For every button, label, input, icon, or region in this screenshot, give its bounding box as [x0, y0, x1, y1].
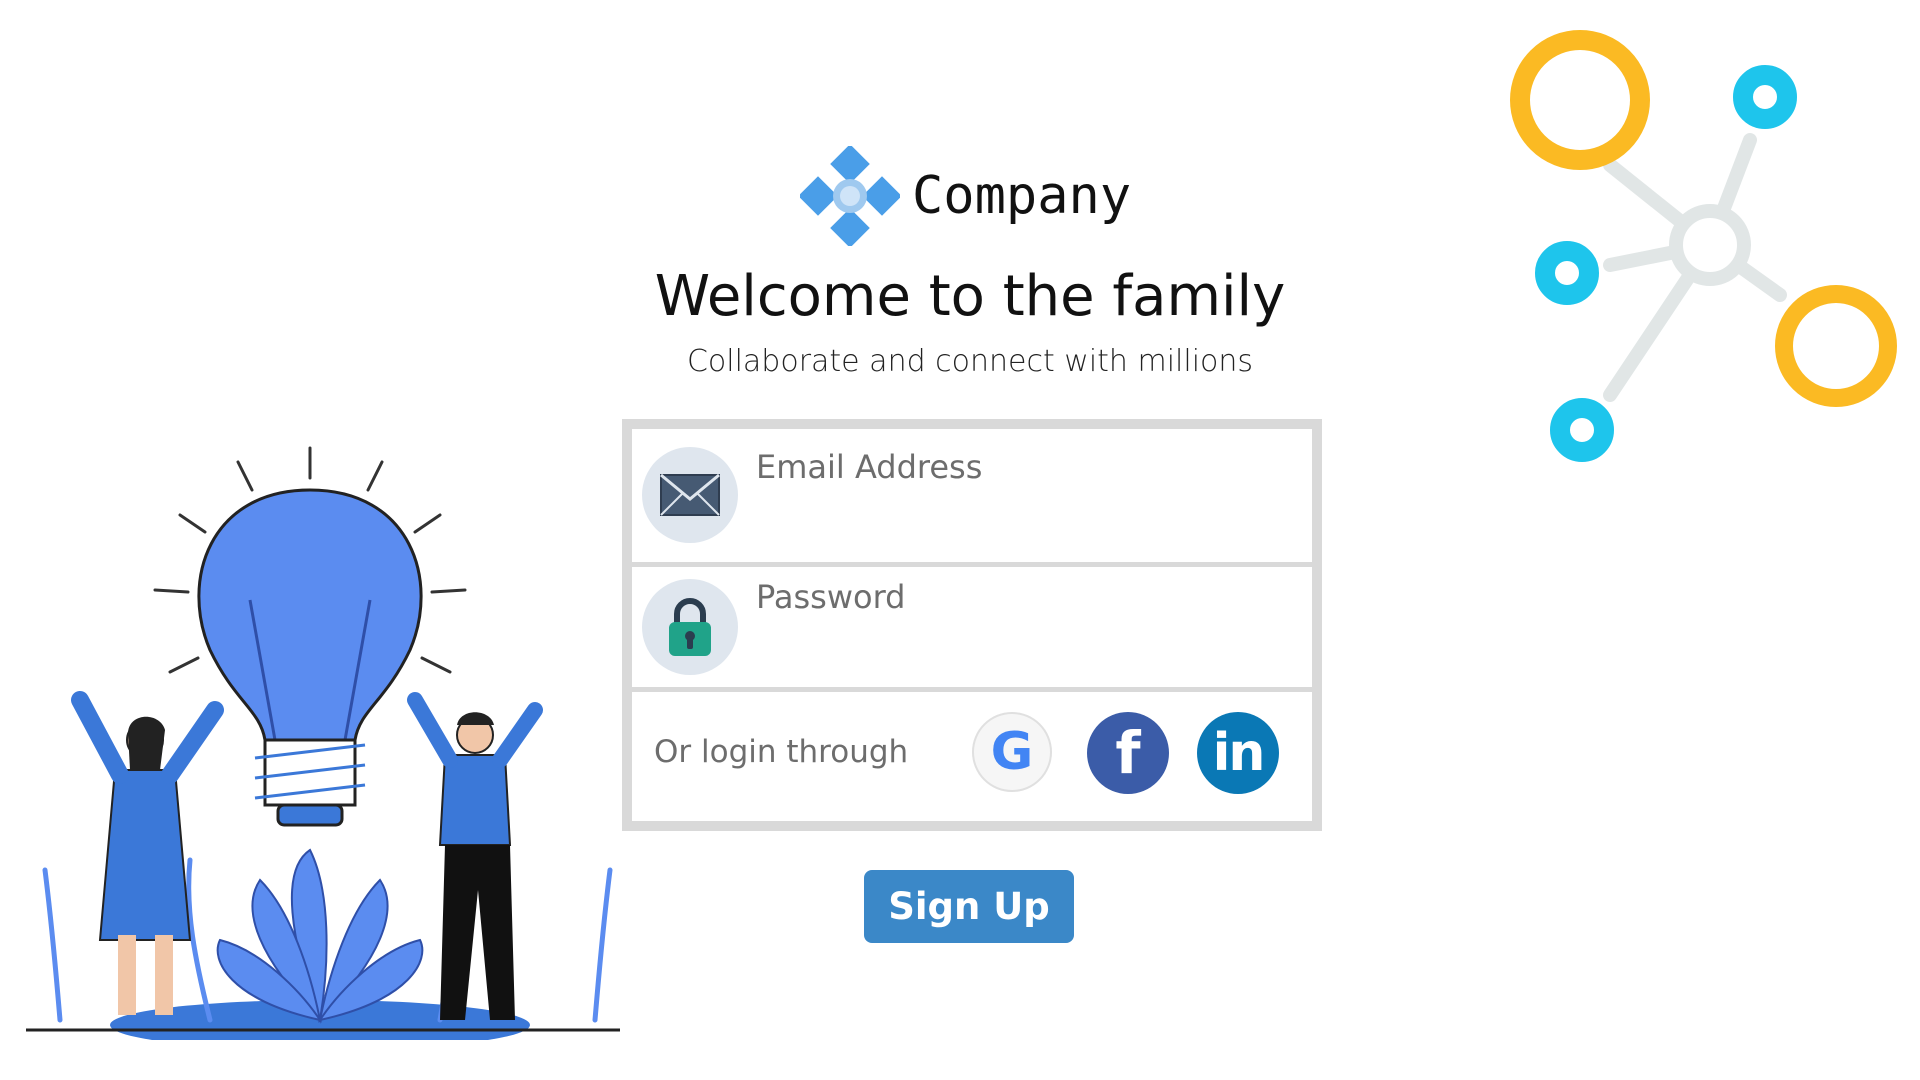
password-row [632, 567, 1312, 692]
linkedin-icon: in [1212, 723, 1266, 783]
network-illustration [1510, 30, 1897, 462]
email-row [632, 429, 1312, 567]
company-logo-icon [800, 146, 900, 246]
google-icon: G [990, 722, 1034, 782]
brand: Company [800, 146, 1131, 246]
company-name: Company [912, 166, 1132, 226]
woman-figure [71, 691, 224, 1015]
login-form: Or login through G f in [622, 419, 1322, 831]
google-login-button[interactable]: G [972, 712, 1052, 792]
facebook-icon: f [1115, 719, 1141, 787]
man-figure [407, 692, 543, 1020]
linkedin-login-button[interactable]: in [1197, 712, 1279, 794]
sign-up-button[interactable]: Sign Up [864, 870, 1074, 943]
facebook-login-button[interactable]: f [1087, 712, 1169, 794]
envelope-icon [642, 447, 738, 543]
lock-icon [642, 579, 738, 675]
lightbulb-people-illustration [26, 446, 620, 1040]
password-field[interactable] [756, 577, 1296, 617]
social-login-label: Or login through [654, 734, 909, 770]
email-field[interactable] [756, 447, 1296, 487]
social-login-row: Or login through G f in [632, 692, 1312, 816]
